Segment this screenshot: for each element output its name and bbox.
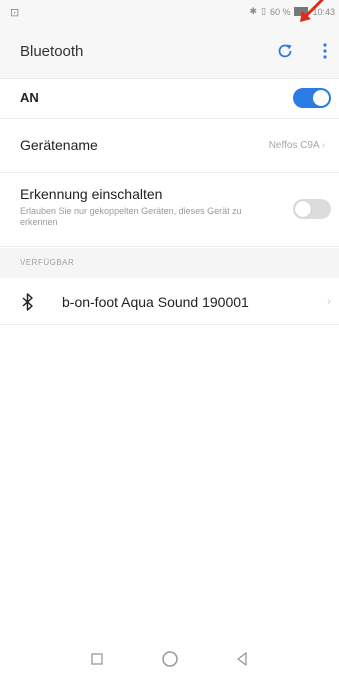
battery-percent: 60 % [269,6,291,17]
page-title: Bluetooth [20,43,84,60]
home-button[interactable] [158,648,182,670]
chevron-right-icon: › [327,294,331,308]
refresh-icon [278,44,292,58]
bluetooth-switch[interactable] [293,88,331,108]
navigation-bar [0,636,339,681]
recent-apps-button[interactable] [85,648,109,670]
more-options-button[interactable] [316,38,334,64]
device-name-row[interactable]: Gerätename Neffos C9A › [0,120,339,173]
more-vert-icon [323,43,327,59]
discovery-description: Erlauben Sie nur gekoppelten Geräten, di… [20,206,242,227]
back-button[interactable] [230,648,254,670]
bluetooth-toggle-row[interactable]: AN [0,78,339,119]
toolbar: Bluetooth [0,26,339,79]
device-name-value: Neffos C9A › [268,140,325,151]
switch-knob [295,201,311,217]
discovery-switch[interactable] [293,199,331,219]
chevron-right-icon: › [321,140,325,151]
section-header-available: VERFÜGBAR [0,248,339,278]
discovery-label: Erkennung einschalten [20,186,163,202]
circle-icon [162,651,178,667]
device-name-label: Gerätename [20,137,98,153]
sim-icon: ⊡ [10,7,20,19]
vibrate-icon: ▯ [261,6,266,16]
device-name: b-on-foot Aqua Sound 190001 [62,294,249,310]
discovery-row[interactable]: Erkennung einschalten Erlauben Sie nur g… [0,174,339,247]
annotation-arrow-icon [300,0,325,22]
status-bar: ⊡ ✱ ▯ 60 % 10:43 [0,0,339,26]
square-icon [91,653,103,665]
triangle-back-icon [237,652,247,666]
available-device-row[interactable]: b-on-foot Aqua Sound 190001 › [0,280,339,325]
section-label: VERFÜGBAR [20,258,75,267]
switch-knob [313,90,329,106]
bluetooth-icon [22,293,33,311]
bluetooth-toggle-label: AN [20,90,39,105]
bluetooth-status-icon: ✱ [249,6,257,16]
refresh-button[interactable] [272,38,298,64]
